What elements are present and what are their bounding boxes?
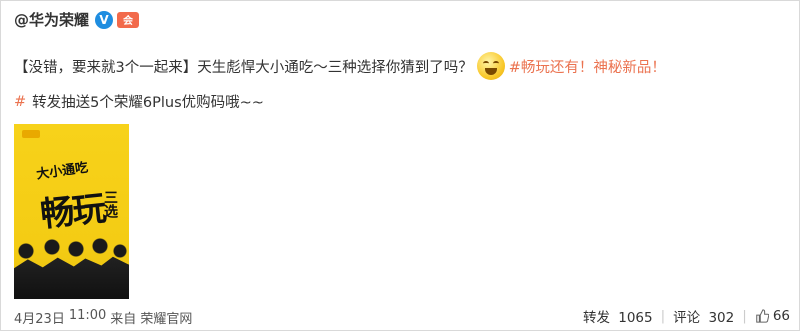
- post-actions: 转发 1065 | 评论 302 | 66: [583, 306, 790, 326]
- divider: |: [660, 308, 666, 324]
- post-image[interactable]: 大小通吃 畅玩 三选: [14, 124, 129, 299]
- source-link[interactable]: 荣耀官网: [140, 308, 192, 327]
- hashtag-link[interactable]: #畅玩还有！神秘新品！: [509, 56, 666, 77]
- author-name[interactable]: @华为荣耀: [14, 9, 89, 30]
- comment-button[interactable]: 评论 302: [673, 306, 734, 326]
- poster-people-silhouettes: [14, 237, 129, 299]
- post-time[interactable]: 11:00: [69, 308, 106, 327]
- thumbs-up-icon: [756, 309, 769, 323]
- post-meta: 4月23日 11:00 来自 荣耀官网: [14, 308, 192, 327]
- hash-symbol: #: [14, 93, 27, 110]
- repost-button[interactable]: 转发 1065: [583, 306, 653, 326]
- like-button[interactable]: 66: [755, 308, 790, 324]
- source-prefix: 来自: [110, 312, 137, 327]
- member-badge-icon[interactable]: 会: [117, 11, 140, 28]
- post-date[interactable]: 4月23日: [14, 308, 65, 327]
- repost-count: 1065: [618, 310, 653, 326]
- post-text-giveaway: 转发抽送5个荣耀6Plus优购码哦~~: [32, 95, 264, 111]
- grin-emoji-icon: [476, 52, 505, 80]
- poster-title: 畅玩: [38, 188, 107, 236]
- author-row: @华为荣耀 V 会: [14, 9, 140, 30]
- verified-icon[interactable]: V: [95, 10, 114, 29]
- comment-count: 302: [708, 310, 735, 326]
- divider: |: [742, 308, 747, 324]
- post-text-line-1: 【没错，要来就3个一起来】天生彪悍大小通吃～三种选择你猜到了吗？ #畅玩还有！神…: [14, 52, 666, 80]
- poster-subtitle: 大小通吃: [35, 160, 90, 183]
- poster-side-title: 三选: [102, 190, 118, 218]
- comment-label: 评论: [673, 310, 701, 326]
- post-text-line-2: # 转发抽送5个荣耀6Plus优购码哦~~: [14, 91, 264, 112]
- brand-logo: [22, 130, 40, 138]
- repost-label: 转发: [582, 310, 610, 326]
- post-text: 【没错，要来就3个一起来】天生彪悍大小通吃～三种选择你猜到了吗？: [14, 59, 473, 76]
- like-count: 66: [772, 308, 790, 324]
